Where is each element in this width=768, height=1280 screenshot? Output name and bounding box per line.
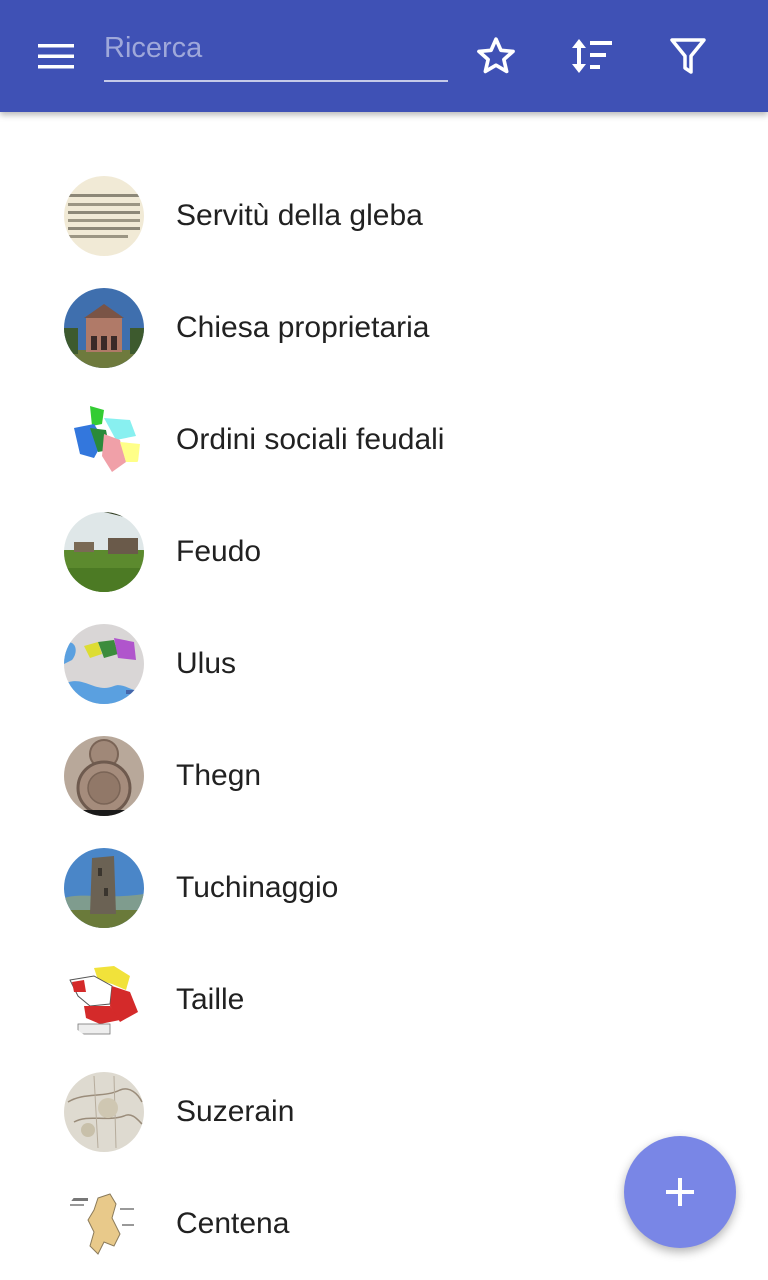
app-bar xyxy=(0,0,768,112)
list-item[interactable]: Tuchinaggio xyxy=(0,832,768,944)
tower-thumbnail xyxy=(64,848,144,928)
plus-icon xyxy=(666,1178,694,1206)
item-label: Suzerain xyxy=(176,1095,295,1128)
list-item[interactable]: Feudo xyxy=(0,496,768,608)
manuscript-thumbnail xyxy=(64,176,144,256)
old-map-thumbnail xyxy=(64,1072,144,1152)
article-list: Servitù della gleba Chiesa proprietaria xyxy=(0,160,768,1280)
sort-button[interactable] xyxy=(564,28,620,84)
filter-button[interactable] xyxy=(660,28,716,84)
list-item[interactable]: Thegn xyxy=(0,720,768,832)
add-button[interactable] xyxy=(624,1136,736,1248)
item-label: Tuchinaggio xyxy=(176,871,339,904)
menu-icon xyxy=(38,44,74,69)
item-label: Chiesa proprietaria xyxy=(176,311,430,344)
menu-button[interactable] xyxy=(24,32,88,80)
favorites-button[interactable] xyxy=(468,28,524,84)
list-item[interactable]: Servitù della gleba xyxy=(0,160,768,272)
item-label: Ordini sociali feudali xyxy=(176,423,445,456)
item-label: Ulus xyxy=(176,647,237,680)
item-label: Centena xyxy=(176,1207,290,1240)
list-item[interactable]: Chiesa proprietaria xyxy=(0,272,768,384)
world-map-thumbnail xyxy=(64,624,144,704)
church-thumbnail xyxy=(64,288,144,368)
filter-icon xyxy=(670,38,706,74)
search-input[interactable] xyxy=(104,22,448,74)
island-map-thumbnail xyxy=(64,1184,144,1264)
list-item[interactable]: Taille xyxy=(0,944,768,1056)
item-label: Taille xyxy=(176,983,245,1016)
france-map-thumbnail xyxy=(64,960,144,1040)
colored-map-thumbnail xyxy=(64,400,144,480)
sort-icon xyxy=(572,39,612,73)
list-item[interactable]: Ulus xyxy=(0,608,768,720)
item-label: Feudo xyxy=(176,535,262,568)
item-label: Thegn xyxy=(176,759,262,792)
field-thumbnail xyxy=(64,512,144,592)
list-item[interactable]: Ordini sociali feudali xyxy=(0,384,768,496)
medallion-thumbnail xyxy=(64,736,144,816)
star-icon xyxy=(477,37,515,74)
item-label: Servitù della gleba xyxy=(176,199,423,232)
search-field[interactable] xyxy=(104,22,448,82)
